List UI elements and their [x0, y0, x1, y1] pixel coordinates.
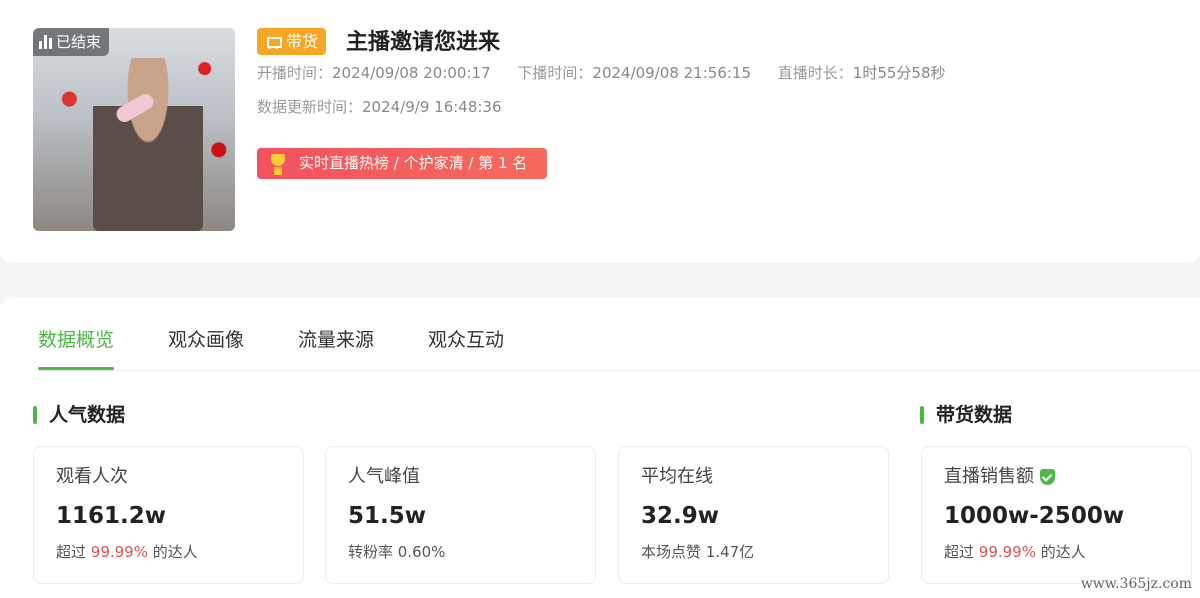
stat-sub: 超过 99.99% 的达人	[944, 543, 1086, 561]
section-title-popularity: 人气数据	[33, 402, 125, 428]
live-cover-image[interactable]: 已结束	[33, 28, 235, 231]
tab-overview[interactable]: 数据概览	[38, 298, 115, 370]
stat-label: 观看人次	[56, 466, 128, 487]
cart-icon	[265, 35, 282, 49]
tab-traffic-source[interactable]: 流量来源	[298, 298, 374, 370]
stat-value: 32.9w	[641, 503, 719, 529]
status-badge-label: 已结束	[56, 33, 102, 51]
stat-value: 1000w-2500w	[944, 503, 1125, 529]
update-time-value: 2024/9/9 16:48:36	[362, 98, 502, 116]
tab-audience-interaction[interactable]: 观众互动	[428, 298, 504, 370]
stat-card-peak: 人气峰值 51.5w 转粉率 0.60%	[325, 446, 596, 584]
stat-card-avg-online: 平均在线 32.9w 本场点赞 1.47亿	[618, 446, 889, 584]
stat-sub: 本场点赞 1.47亿	[641, 543, 755, 561]
duration-label: 直播时长：	[777, 64, 853, 82]
start-time-value: 2024/09/08 20:00:17	[332, 64, 491, 82]
tab-audience-profile[interactable]: 观众画像	[168, 298, 244, 370]
stat-card-sales: 直播销售额 1000w-2500w 超过 99.99% 的达人	[921, 446, 1192, 584]
hot-rank-text: 实时直播热榜 / 个护家清 / 第 1 名	[299, 154, 528, 172]
stat-sub: 转粉率 0.60%	[348, 543, 446, 561]
live-time-row: 开播时间：2024/09/08 20:00:17 下播时间：2024/09/08…	[257, 62, 968, 83]
watermark: www.365jz.com	[1080, 576, 1192, 592]
live-info-card: 已结束 带货 主播邀请您进来 开播时间：2024/09/08 20:00:17 …	[0, 0, 1200, 263]
stat-label: 平均在线	[641, 466, 713, 487]
start-time-label: 开播时间：	[257, 64, 333, 82]
status-badge: 已结束	[33, 28, 110, 56]
stat-highlight: 99.99%	[978, 543, 1036, 561]
stat-highlight: 99.99%	[90, 543, 148, 561]
stat-label: 人气峰值	[348, 466, 420, 487]
cover-streamer	[93, 58, 203, 231]
update-time-label: 数据更新时间：	[257, 98, 363, 116]
section-title-sales: 带货数据	[920, 402, 1012, 428]
tab-divider	[38, 370, 1200, 371]
tab-bar: 数据概览 观众画像 流量来源 观众互动	[38, 298, 558, 370]
duration-value: 1时55分58秒	[852, 64, 946, 82]
end-time-label: 下播时间：	[517, 64, 593, 82]
stat-card-views: 观看人次 1161.2w 超过 99.99% 的达人	[33, 446, 304, 584]
update-time-row: 数据更新时间：2024/9/9 16:48:36	[257, 96, 502, 117]
bar-chart-icon	[39, 35, 52, 49]
live-type-tag-label: 带货	[286, 32, 319, 51]
page-title: 主播邀请您进来	[346, 30, 501, 55]
stat-sub: 超过 99.99% 的达人	[56, 543, 198, 561]
trophy-icon	[267, 153, 289, 175]
data-panel: 数据概览 观众画像 流量来源 观众互动 人气数据 带货数据 观看人次 1161.…	[0, 298, 1200, 598]
end-time-value: 2024/09/08 21:56:15	[592, 64, 751, 82]
stat-value: 51.5w	[348, 503, 426, 529]
hot-rank-badge[interactable]: 实时直播热榜 / 个护家清 / 第 1 名	[257, 148, 547, 179]
verified-shield-icon	[1040, 469, 1055, 485]
stat-label: 直播销售额	[944, 465, 1055, 489]
stat-value: 1161.2w	[56, 503, 167, 529]
live-type-tag: 带货	[257, 28, 327, 55]
